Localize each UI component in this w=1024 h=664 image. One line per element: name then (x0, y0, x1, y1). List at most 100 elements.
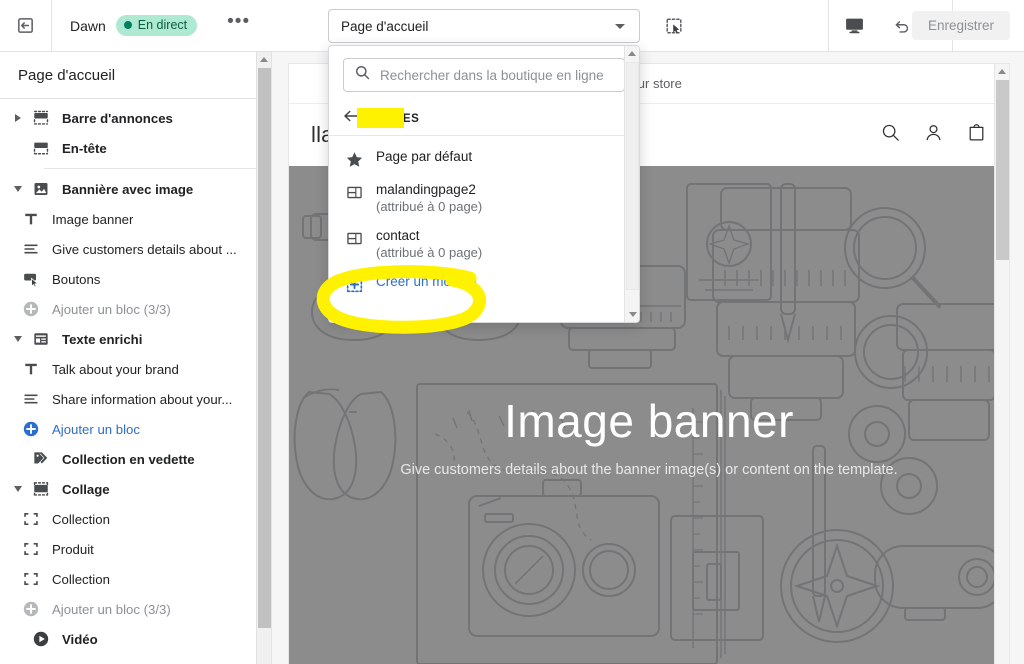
sidebar-item-label: Vidéo (62, 631, 98, 647)
heading-text-icon (18, 210, 44, 228)
sidebar-item-vid-o[interactable]: Vidéo (0, 624, 271, 654)
sidebar-item-talk-about-your-brand[interactable]: Talk about your brand (0, 354, 271, 384)
sidebar-section-list: Barre d'annonces En-tête Bannière avec ima… (0, 99, 271, 654)
sidebar-item-label: Ajouter un bloc (3/3) (52, 301, 171, 317)
status-badge: En direct (115, 15, 198, 36)
sidebar-item-label: Talk about your brand (52, 361, 179, 377)
template-icon (343, 229, 365, 248)
sidebar-item-en-t-te[interactable]: En-tête (0, 133, 271, 163)
sidebar-item-ajouter-un-bloc[interactable]: Ajouter un bloc (0, 414, 271, 444)
sidebar-item-label: En-tête (62, 140, 107, 156)
sidebar-item-label: Share information about your... (52, 391, 233, 407)
sidebar-item-boutons[interactable]: Boutons (0, 264, 271, 294)
preview-scrollbar[interactable] (994, 64, 1009, 664)
dropdown-scrollbar[interactable] (624, 46, 639, 322)
featured-collection-icon (28, 450, 54, 468)
page-selector[interactable]: Page d'accueil (328, 9, 640, 43)
collage-icon (28, 480, 54, 498)
dropdown-back-pages[interactable]: PAGES (329, 102, 639, 136)
sidebar-item-banni-re-avec-image[interactable]: Bannière avec image (0, 174, 271, 204)
sidebar-item-image-banner[interactable]: Image banner (0, 204, 271, 234)
sidebar-title: Page d'accueil (0, 52, 271, 99)
video-icon (28, 630, 54, 648)
save-button[interactable]: Enregistrer (911, 11, 1010, 40)
sidebar-item-texte-enrichi[interactable]: Texte enrichi (0, 324, 271, 354)
sidebar-item-share-information-about-your[interactable]: Share information about your... (0, 384, 271, 414)
sidebar-item-label: Image banner (52, 211, 134, 227)
chevron-down-icon[interactable] (8, 186, 28, 192)
sidebar-item-collection-en-vedette[interactable]: Collection en vedette (0, 444, 271, 474)
dropdown-item-title: contact (376, 228, 420, 243)
dropdown-item-cr-er-un-mod-le[interactable]: Créer un modèle (329, 267, 639, 300)
dropdown-scroll-up-icon[interactable] (625, 46, 639, 61)
sections-sidebar: Page d'accueil Barre d'annonces En-tête Ba… (0, 52, 272, 664)
status-dot-icon (123, 21, 132, 29)
dropdown-item-text: Créer un modèle (376, 273, 477, 290)
rich-text-icon (28, 330, 54, 348)
sidebar-item-label: Produit (52, 541, 94, 557)
exit-editor-icon[interactable] (0, 0, 52, 51)
announcement-bar-icon (28, 109, 54, 127)
block-placeholder-icon (18, 570, 44, 588)
desktop-view-icon[interactable] (828, 0, 880, 51)
sidebar-item-produit[interactable]: Produit (0, 534, 271, 564)
dropdown-item-text: malandingpage2 (attribué à 0 page) (376, 181, 482, 215)
dropdown-item-title: Créer un modèle (376, 274, 477, 289)
sidebar-item-collage[interactable]: Collage (0, 474, 271, 504)
sidebar-item-label: Collection en vedette (62, 451, 195, 467)
sidebar-item-ajouter-un-bloc-3-3[interactable]: Ajouter un bloc (3/3) (0, 594, 271, 624)
search-icon[interactable] (880, 122, 901, 148)
sidebar-scrollbar-thumb[interactable] (258, 68, 271, 628)
sidebar-item-label: Texte enrichi (62, 331, 143, 347)
sidebar-item-label: Collage (62, 481, 110, 497)
add-block-icon (18, 420, 44, 438)
dropdown-item-malandingpage2[interactable]: malandingpage2 (attribué à 0 page) (329, 175, 639, 221)
block-placeholder-icon (18, 510, 44, 528)
sidebar-item-collection[interactable]: Collection (0, 504, 271, 534)
dropdown-item-page-par-d-faut[interactable]: Page par défaut (329, 142, 639, 175)
scroll-up-icon[interactable] (257, 52, 271, 67)
search-input[interactable]: Rechercher dans la boutique en ligne (343, 58, 625, 92)
search-icon (354, 64, 371, 86)
dropdown-scrollbar-thumb[interactable] (626, 62, 639, 290)
block-placeholder-icon (18, 540, 44, 558)
template-icon (343, 183, 365, 202)
dropdown-item-title: Page par défaut (376, 149, 473, 164)
preview-scrollbar-thumb[interactable] (996, 80, 1009, 260)
header-icon (28, 139, 54, 157)
cart-icon[interactable] (966, 122, 987, 148)
sidebar-scrollbar[interactable] (256, 52, 271, 664)
sidebar-item-give-customers-details-about[interactable]: Give customers details about ... (0, 234, 271, 264)
page-selector-value: Page d'accueil (341, 18, 429, 34)
preview-scroll-up-icon[interactable] (995, 64, 1009, 79)
buttons-icon (18, 270, 44, 288)
chevron-down-icon[interactable] (8, 486, 28, 492)
sidebar-item-label: Boutons (52, 271, 101, 287)
theme-info: Dawn En direct ••• (52, 12, 256, 36)
dropdown-item-subtitle: (attribué à 0 page) (376, 245, 483, 260)
sidebar-item-barre-d-annonces[interactable]: Barre d'annonces (0, 103, 271, 133)
chevron-down-icon[interactable] (8, 336, 28, 342)
dropdown-item-text: contact (attribué à 0 page) (376, 227, 482, 261)
sidebar-item-collection[interactable]: Collection (0, 564, 271, 594)
sidebar-item-label: Bannière avec image (62, 181, 194, 197)
sidebar-item-label: Give customers details about ... (52, 241, 237, 257)
dropdown-scroll-down-icon[interactable] (625, 307, 639, 322)
sidebar-item-ajouter-un-bloc-3-3[interactable]: Ajouter un bloc (3/3) (0, 294, 271, 324)
more-actions-button[interactable]: ••• (221, 12, 256, 35)
paragraph-icon (18, 240, 44, 258)
create-template-icon (343, 275, 365, 294)
theme-name: Dawn (70, 17, 106, 34)
chevron-down-icon (615, 23, 625, 29)
chevron-right-icon[interactable] (8, 114, 28, 122)
account-icon[interactable] (923, 122, 944, 148)
hero-heading: Image banner (504, 395, 794, 447)
storefront-header-icons (880, 122, 987, 148)
inspector-select-icon[interactable] (660, 13, 688, 39)
sidebar-item-label: Collection (52, 511, 110, 527)
theme-editor-window: Dawn En direct ••• Page d'accueil Enregi… (0, 0, 1024, 664)
dropdown-search-wrap: Rechercher dans la boutique en ligne (329, 46, 639, 102)
dropdown-item-contact[interactable]: contact (attribué à 0 page) (329, 221, 639, 267)
paragraph-icon (18, 390, 44, 408)
dropdown-back-label: PAGES (377, 112, 420, 125)
